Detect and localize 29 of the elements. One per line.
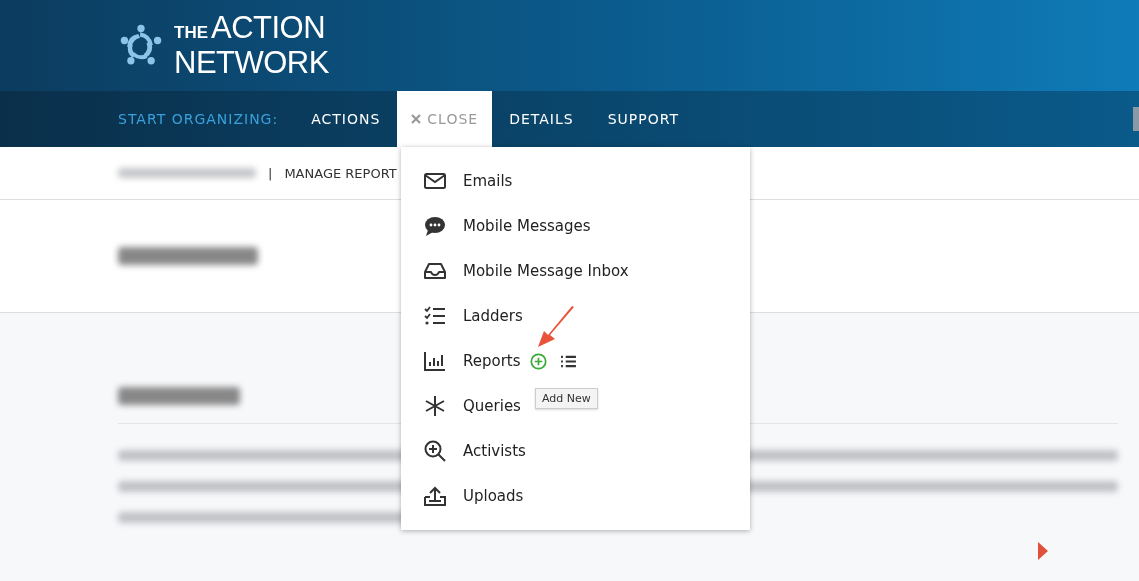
menu-item[interactable]: Queries (463, 397, 521, 415)
menu-item[interactable]: Activists (463, 442, 526, 460)
close-icon[interactable] (411, 114, 422, 124)
nav-tab[interactable]: DETAILS (492, 91, 591, 147)
menu-item[interactable]: Emails (463, 172, 513, 190)
logo-text: NETWORK (174, 48, 329, 78)
breadcrumb-link[interactable]: MANAGE REPORT (284, 165, 397, 181)
logo-text: THE (174, 22, 208, 44)
bar-chart-icon (423, 349, 447, 373)
add-icon[interactable] (529, 352, 547, 370)
list-icon[interactable] (559, 354, 577, 368)
asterisk-icon (423, 394, 447, 418)
tooltip: Add New (535, 388, 598, 409)
nav-tab[interactable]: ACTIONS (294, 91, 398, 147)
nav-label: START ORGANIZING: (118, 111, 279, 127)
zoom-in-icon (423, 439, 447, 463)
menu-item[interactable]: Uploads (463, 487, 524, 505)
menu-item[interactable]: Reports (463, 352, 521, 370)
nav-tab[interactable]: SUPPORT (590, 91, 696, 147)
pointer-arrow (536, 305, 576, 349)
breadcrumb-separator: | (268, 165, 273, 181)
logo-text: ACTION (211, 13, 326, 43)
menu-item[interactable]: Mobile Messages (463, 217, 591, 235)
chat-bubble-icon (423, 214, 447, 238)
menu-item[interactable]: Mobile Message Inbox (463, 262, 629, 280)
upload-icon (423, 484, 447, 508)
play-icon[interactable] (1038, 542, 1048, 560)
scroll-handle[interactable] (1133, 107, 1139, 131)
menu-item[interactable]: Ladders (463, 307, 523, 325)
